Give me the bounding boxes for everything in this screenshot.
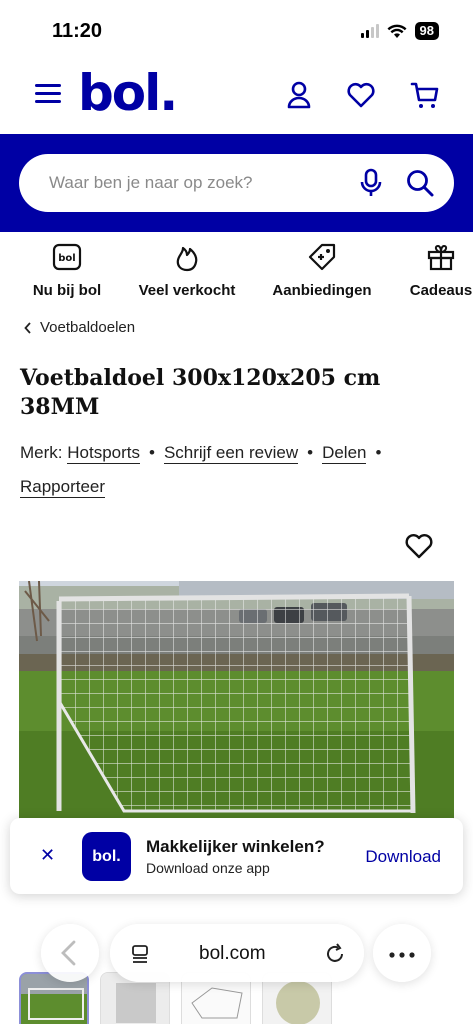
football-goal-photo [19,581,454,821]
battery-indicator: 98 [414,22,439,40]
category-label: Aanbiedingen [272,282,372,299]
product-image[interactable] [19,581,454,821]
product-title: Voetbaldoel 300x120x205 cm 38MM [20,365,381,420]
breadcrumb[interactable]: Voetbaldoelen [24,319,135,336]
brand-link[interactable]: Hotsports [67,443,140,464]
category-label: Cadeaus [409,282,473,299]
app-logo: bol. [82,832,131,881]
category-nu-bij-bol[interactable]: bol Nu bij bol [26,242,108,299]
category-label: Veel verkocht [138,282,236,299]
reload-icon[interactable] [324,943,346,965]
flame-icon [176,246,198,272]
search-input[interactable]: Waar ben je naar op zoek? [19,154,454,212]
review-link[interactable]: Schrijf een review [163,443,299,464]
brand-label: Merk: [20,443,63,462]
more-dots-icon [389,952,415,958]
page-menu-icon[interactable] [130,944,150,964]
browser-url: bol.com [199,943,266,964]
chevron-left-icon [61,940,76,966]
banner-title: Makkelijker winkelen? [146,837,325,856]
bol-logo[interactable]: bol. [78,64,178,122]
microphone-icon[interactable] [359,168,383,198]
category-cadeaus[interactable]: Cadeaus [406,242,473,299]
menu-icon[interactable] [35,84,61,106]
category-aanbiedingen[interactable]: Aanbiedingen [268,242,376,299]
account-icon[interactable] [284,80,314,110]
search-icon[interactable] [405,168,435,198]
product-meta: Merk: Hotsports • Schrijf een review • Delen… [20,443,382,498]
download-button[interactable]: Download [365,847,441,867]
status-icons: 98 [360,22,439,40]
signal-icon [360,24,379,38]
site-header: bol. [0,62,473,134]
breadcrumb-label[interactable]: Voetbaldoelen [40,319,135,336]
cart-icon[interactable] [410,80,440,110]
browser-back-button[interactable] [41,924,99,982]
category-nav: bol Nu bij bol Veel verkocht Aanbiedinge… [0,242,473,308]
wishlist-icon[interactable] [346,80,376,110]
status-bar: 11:20 98 [0,0,473,62]
category-label: Nu bij bol [32,282,102,299]
browser-more-button[interactable] [373,924,431,982]
search-band: Waar ben je naar op zoek? [0,134,473,232]
chevron-left-icon [24,321,31,334]
share-link[interactable]: Delen [322,443,367,464]
bol-badge-icon: bol [52,243,82,271]
add-to-wishlist-icon[interactable] [404,531,434,561]
status-time: 11:20 [52,20,103,42]
browser-address-bar[interactable]: bol.com [110,924,364,982]
browser-toolbar: bol.com [0,922,473,984]
wifi-icon [387,24,407,38]
price-tag-icon [308,243,336,271]
close-icon[interactable]: ✕ [40,845,55,866]
report-link[interactable]: Rapporteer [20,477,106,498]
app-download-banner: ✕ bol. Makkelijker winkelen? Download on… [10,818,463,894]
search-placeholder: Waar ben je naar op zoek? [49,173,253,192]
gift-icon [427,244,455,271]
banner-subtitle: Download onze app [146,860,270,876]
svg-text:bol: bol [58,253,75,264]
category-veel-verkocht[interactable]: Veel verkocht [132,242,242,299]
